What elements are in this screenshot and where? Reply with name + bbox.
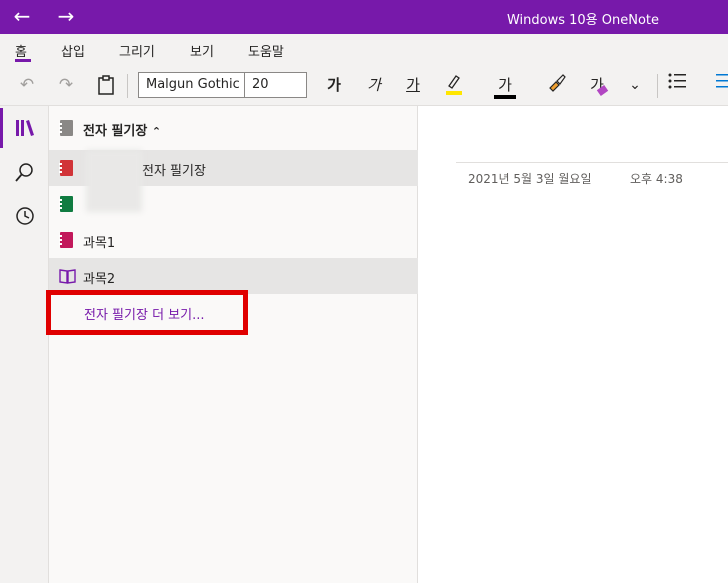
notebooks-header[interactable]: 전자 필기장 ⌃ (49, 106, 418, 150)
page-time: 오후 4:38 (630, 172, 683, 186)
redacted-blur (86, 150, 142, 212)
tab-help[interactable]: 도움말 (248, 41, 284, 60)
tab-view[interactable]: 보기 (190, 41, 214, 60)
ribbon-tabs: 홈 삽입 그리기 보기 도움말 (0, 34, 728, 66)
chevron-up-icon: ⌃ (151, 125, 162, 138)
highlight-icon[interactable] (441, 72, 467, 98)
italic-button[interactable]: 가 (361, 72, 387, 98)
numbered-list-icon[interactable] (710, 72, 728, 98)
active-tab-indicator (15, 59, 31, 62)
chevron-down-icon[interactable]: ⌄ (622, 72, 648, 98)
tab-draw[interactable]: 그리기 (119, 41, 155, 60)
notebook-label: 전자 필기장 (142, 164, 206, 179)
notebooks-icon[interactable] (12, 115, 38, 141)
font-name-input[interactable]: Malgun Gothic (138, 72, 245, 98)
undo-icon[interactable]: ↶ (14, 72, 40, 98)
recent-clock-icon[interactable] (12, 203, 38, 229)
notebook-green-icon (59, 196, 73, 212)
underline-button[interactable]: 가 (400, 72, 426, 98)
search-icon[interactable] (12, 160, 38, 186)
notebook-item[interactable]: 과목1 (49, 222, 418, 258)
back-arrow-icon[interactable]: ← (9, 4, 35, 30)
font-color-button[interactable]: 가 (492, 72, 518, 99)
notebooks-header-label: 전자 필기장 ⌃ (83, 120, 161, 139)
toolbar-separator (657, 74, 658, 98)
tab-insert[interactable]: 삽입 (61, 41, 85, 60)
clear-format-button[interactable]: 가 (584, 72, 610, 98)
notebook-gray-icon (59, 120, 73, 136)
bullet-list-icon[interactable] (664, 72, 690, 98)
notebook-item[interactable]: 과목2 (49, 258, 418, 294)
forward-arrow-icon[interactable]: → (53, 4, 79, 30)
highlight-annotation-box (46, 290, 248, 335)
font-color-label: 가 (498, 76, 512, 94)
rail-selected-indicator (0, 108, 3, 148)
page-title-line (456, 162, 728, 163)
font-size-input[interactable]: 20 (244, 72, 307, 98)
ribbon-toolbar: ↶ ↷ Malgun Gothic 20 가 가 가 가 가 ⌄ (0, 66, 728, 106)
notebook-label: 과목2 (83, 272, 116, 287)
notebook-label: 과목1 (83, 236, 116, 251)
window-title: Windows 10용 OneNote (506, 13, 659, 28)
font-color-bar (494, 95, 516, 99)
toolbar-separator (127, 74, 128, 98)
redo-icon[interactable]: ↷ (53, 72, 79, 98)
notebooks-header-text: 전자 필기장 (83, 124, 148, 139)
notebook-red-icon (59, 160, 73, 176)
bold-button[interactable]: 가 (321, 72, 347, 98)
page-date: 2021년 5월 3일 월요일 (468, 172, 592, 186)
notebook-open-icon (59, 269, 76, 284)
paintbrush-icon[interactable] (544, 72, 570, 98)
title-bar: ← → Windows 10용 OneNote (0, 0, 728, 34)
tab-home[interactable]: 홈 (15, 41, 27, 60)
notebook-pink-icon (59, 232, 73, 248)
clipboard-icon[interactable] (93, 72, 119, 98)
